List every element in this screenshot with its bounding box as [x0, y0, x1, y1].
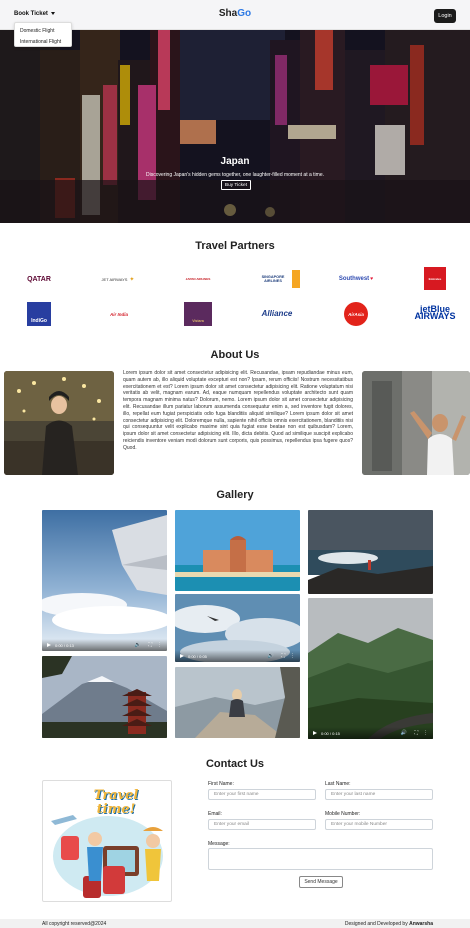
send-message-button[interactable]: Send Message [299, 876, 343, 888]
about-us-title: About Us [210, 349, 260, 361]
menu-item-international-flight[interactable]: International Flight [15, 37, 71, 48]
brand-logo[interactable]: ShaGo [0, 8, 470, 19]
airplane-window-thumbnail [42, 510, 167, 651]
credit-prefix: Designed and Developed by [344, 921, 408, 927]
about-image-right [362, 371, 470, 475]
jetblue-logo: jetBlue AIRWAYS [410, 303, 460, 323]
qatar-logo-text: QATAR [27, 275, 51, 283]
airasia-logo: AirAsia [344, 302, 368, 326]
southwest-logo-text: Southwest [338, 276, 370, 282]
volume-icon[interactable]: 🔊 [135, 642, 141, 648]
vistara-logo-text: Vistara [192, 319, 204, 323]
air-india-logo: Air India [98, 308, 140, 320]
last-name-label: Last Name: [325, 781, 351, 787]
gallery-video-mountains[interactable]: 0:00 / 0:15 🔊 ⛶ ⋮ [308, 598, 433, 739]
gallery-video-airplane-wing[interactable]: 0:00 / 0:13 🔊 ⛶ ⋮ [42, 510, 167, 651]
email-label: Email: [208, 811, 222, 817]
volume-icon[interactable]: 🔊 [401, 730, 407, 736]
atlantis-resort-photo [175, 510, 300, 591]
fullscreen-icon[interactable]: ⛶ [148, 642, 152, 648]
first-name-input[interactable]: Enter your first name [208, 789, 316, 800]
jetblue-logo-text: jetBlue AIRWAYS [414, 304, 456, 321]
southwest-logo: Southwest ♥ [334, 273, 378, 285]
jet-airways-logo-text: JET AIRWAYS [101, 276, 128, 282]
video-time: 0:00 / 0:13 [55, 643, 74, 648]
mount-fuji-pagoda-photo [42, 656, 167, 738]
hero-title: Japan [220, 156, 250, 167]
travel-time-illustration: Travel time! [42, 780, 172, 902]
gallery-image-coast[interactable] [308, 510, 433, 594]
girl-on-rock-photo [175, 667, 300, 738]
menu-item-domestic-flight[interactable]: Domestic Flight [15, 26, 71, 37]
first-name-label: First Name: [208, 781, 234, 787]
alliance-logo: Alliance [254, 307, 300, 320]
indigo-logo: IndiGo [27, 302, 51, 326]
play-icon[interactable] [180, 654, 184, 658]
last-name-input[interactable]: Enter your last name [325, 789, 433, 800]
dropdown-menu: Domestic Flight International Flight [14, 22, 72, 47]
alliance-logo-text: Alliance [261, 309, 293, 318]
buy-ticket-button[interactable]: Buy Ticket [221, 180, 251, 190]
vistara-logo: Vistara [184, 302, 212, 326]
about-image-left [4, 371, 114, 475]
credit-text: Designed and Developed by Anwarsha [345, 921, 433, 927]
play-icon[interactable] [313, 731, 317, 735]
travel-partners-title: Travel Partners [195, 240, 275, 252]
fullscreen-icon[interactable]: ⛶ [281, 653, 285, 659]
mobile-number-input[interactable]: Enter your mobile Number [325, 819, 433, 830]
green-mountains-thumbnail [308, 598, 433, 739]
more-options-icon[interactable]: ⋮ [157, 642, 162, 648]
about-us-text: Lorem ipsum dolor sit amet consectetur a… [123, 370, 353, 451]
mobile-number-label: Mobile Number: [325, 811, 361, 817]
hero-banner: Japan Discovering Japan's hidden gems to… [0, 30, 470, 223]
video-time: 0:00 / 0:15 [321, 731, 340, 736]
indigo-logo-text: IndiGo [31, 318, 47, 324]
brand-part1: Sha [218, 8, 238, 19]
southwest-heart-icon: ♥ [370, 276, 374, 282]
japan-airlines-logo: JAPAN AIRLINES [172, 274, 224, 284]
video-controls: 0:00 / 0:15 🔊 ⛶ ⋮ [308, 727, 433, 739]
video-time: 0:00 / 0:05 [188, 654, 207, 659]
volume-icon[interactable]: 🔊 [268, 653, 274, 659]
woman-photo [4, 371, 114, 475]
login-button[interactable]: Login [434, 9, 456, 23]
more-options-icon[interactable]: ⋮ [423, 730, 428, 736]
air-india-logo-text: Air India [109, 311, 128, 317]
gallery-video-plane-sky[interactable]: 0:00 / 0:05 🔊 ⛶ ⋮ [175, 594, 300, 662]
travel-time-text: Travel time! [93, 788, 139, 817]
email-input[interactable]: Enter your email [208, 819, 316, 830]
qatar-logo: QATAR [17, 272, 61, 286]
emirates-logo-text: Emirates [428, 276, 442, 281]
contact-us-title: Contact Us [205, 758, 265, 770]
hero-subtitle: Discovering Japan's hidden gems together… [146, 172, 324, 178]
gallery-image-mount-fuji[interactable] [42, 656, 167, 738]
more-options-icon[interactable]: ⋮ [290, 653, 295, 659]
brand-part2: Go [237, 8, 252, 19]
gallery-image-atlantis[interactable] [175, 510, 300, 591]
footer: All copyright reserved@2024 Designed and… [0, 919, 470, 928]
fullscreen-icon[interactable]: ⛶ [414, 730, 418, 736]
airasia-logo-text: AirAsia [348, 311, 364, 317]
man-photo [362, 371, 470, 475]
singapore-airlines-logo: SINGAPORE AIRLINES [254, 270, 300, 288]
jet-airways-sun-icon: ✦ [129, 276, 135, 283]
message-textarea[interactable] [208, 848, 433, 870]
hero-overlay [0, 30, 470, 223]
gallery-title: Gallery [216, 489, 254, 501]
jet-airways-logo: JET AIRWAYS ✦ [96, 273, 140, 285]
play-icon[interactable] [47, 643, 51, 647]
japan-airlines-logo-text: JAPAN AIRLINES [185, 277, 211, 281]
copyright-text: All copyright reserved@2024 [42, 921, 107, 927]
gallery-image-girl-rock[interactable] [175, 667, 300, 738]
credit-name: Anwarsha [409, 921, 433, 927]
rocky-coast-photo [308, 510, 433, 594]
emirates-logo: Emirates [424, 267, 446, 290]
video-controls: 0:00 / 0:13 🔊 ⛶ ⋮ [42, 639, 167, 651]
video-controls: 0:00 / 0:05 🔊 ⛶ ⋮ [175, 650, 300, 662]
singapore-airlines-logo-text: SINGAPORE AIRLINES [261, 274, 285, 284]
message-label: Message: [208, 841, 230, 847]
